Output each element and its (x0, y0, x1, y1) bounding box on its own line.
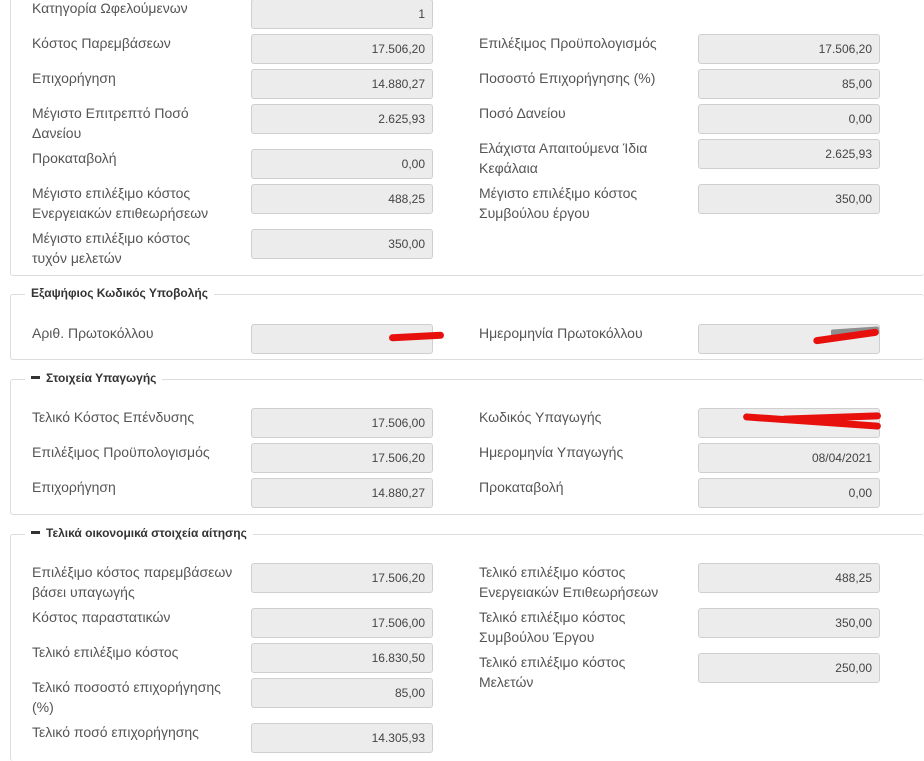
inclusion-details-legend[interactable]: Στοιχεία Υπαγωγής (25, 371, 163, 385)
inclusion-date-field[interactable]: 08/04/2021 (698, 443, 880, 473)
label-advance-inclusion: Προκαταβολή (479, 479, 564, 495)
label-grant: Επιχορήγηση (32, 70, 116, 86)
collapse-minus-icon[interactable] (31, 376, 40, 380)
eligible-budget-field[interactable]: 17.506,20 (698, 34, 880, 64)
max-studies-cost-field[interactable]: 350,00 (251, 229, 433, 259)
advance-payment-field[interactable]: 0,00 (251, 149, 433, 179)
final-eligible-cost-field[interactable]: 16.830,50 (251, 643, 433, 673)
final-investment-cost-field[interactable]: 17.506,00 (251, 408, 433, 438)
grant-field[interactable]: 14.880,27 (251, 69, 433, 99)
eligible-budget-inclusion-field[interactable]: 17.506,20 (251, 443, 433, 473)
inclusion-details-panel: Στοιχεία Υπαγωγής Τελικό Κόστος Επένδυση… (10, 371, 924, 515)
grant-percentage-field[interactable]: 85,00 (698, 69, 880, 99)
label-final-energy-inspection-cost: Τελικό επιλέξιμο κόστος Ενεργειακών Επιθ… (479, 564, 659, 600)
loan-amount-field[interactable]: 0,00 (698, 104, 880, 134)
label-max-studies-cost: Μέγιστο επιλέξιμο κόστος τυχόν μελετών (32, 230, 191, 266)
label-inclusion-code: Κωδικός Υπαγωγής (479, 409, 602, 425)
final-financials-legend-text: Τελικά οικονομικά στοιχεία αίτησης (46, 526, 247, 540)
max-energy-inspection-cost-field[interactable]: 488,25 (251, 184, 433, 214)
min-own-funds-field[interactable]: 2.625,93 (698, 139, 880, 169)
label-eligible-budget: Επιλέξιμος Προϋπολογισμός (479, 35, 657, 51)
final-studies-cost-field[interactable]: 250,00 (698, 653, 880, 683)
label-loan-amount: Ποσό Δανείου (479, 105, 566, 121)
eligible-intervention-cost-field[interactable]: 17.506,20 (251, 563, 433, 593)
submission-code-legend: Εξαψήφιος Κωδικός Υποβολής (25, 286, 214, 300)
label-grant-inclusion: Επιχορήγηση (32, 479, 116, 495)
final-financials-legend[interactable]: Τελικά οικονομικά στοιχεία αίτησης (25, 526, 253, 540)
label-final-investment-cost: Τελικό Κόστος Επένδυσης (32, 409, 195, 425)
collapse-minus-icon[interactable] (31, 531, 40, 535)
final-grant-amount-field[interactable]: 14.305,93 (251, 723, 433, 753)
final-financials-panel: Τελικά οικονομικά στοιχεία αίτησης Επιλέ… (10, 526, 924, 761)
label-final-grant-amount: Τελικό ποσό επιχορήγησης (32, 724, 199, 740)
label-min-own-funds: Ελάχιστα Απαιτούμενα Ίδια Κεφάλαια (479, 140, 648, 176)
final-energy-inspection-cost-field[interactable]: 488,25 (698, 563, 880, 593)
grant-inclusion-field[interactable]: 14.880,27 (251, 478, 433, 508)
intervention-cost-field[interactable]: 17.506,20 (251, 34, 433, 64)
documents-cost-field[interactable]: 17.506,00 (251, 608, 433, 638)
label-final-eligible-cost: Τελικό επιλέξιμο κόστος (32, 644, 179, 660)
max-loan-field[interactable]: 2.625,93 (251, 104, 433, 134)
final-grant-percentage-field[interactable]: 85,00 (251, 678, 433, 708)
label-eligible-budget-inclusion: Επιλέξιμος Προϋπολογισμός (32, 444, 210, 460)
label-intervention-cost: Κόστος Παρεμβάσεων (32, 35, 171, 51)
label-max-loan: Μέγιστο Επιτρεπτό Ποσό Δανείου (32, 105, 189, 141)
label-grant-percentage: Ποσοστό Επιχορήγησης (%) (479, 70, 656, 86)
max-consultant-cost-field[interactable]: 350,00 (698, 184, 880, 214)
label-protocol-number: Αριθ. Πρωτοκόλλου (32, 325, 154, 341)
label-max-consultant-cost: Μέγιστο επιλέξιμο κόστος Συμβούλου έργου (479, 185, 638, 221)
submission-code-panel: Εξαψήφιος Κωδικός Υποβολής Αριθ. Πρωτοκό… (10, 286, 924, 360)
applicant-financials-panel: Κατηγορία Ωφελούμενων 1 Κόστος Παρεμβάσε… (10, 0, 924, 276)
label-documents-cost: Κόστος παραστατικών (32, 609, 171, 625)
label-max-energy-inspection-cost: Μέγιστο επιλέξιμο κόστος Ενεργειακών επι… (32, 185, 209, 221)
label-inclusion-date: Ημερομηνία Υπαγωγής (479, 444, 624, 460)
label-final-studies-cost: Τελικό επιλέξιμο κόστος Μελετών (479, 654, 626, 690)
label-eligible-intervention-cost: Επιλέξιμο κόστος παρεμβάσεων βάσει υπαγω… (32, 564, 233, 600)
advance-inclusion-field[interactable]: 0,00 (698, 478, 880, 508)
label-final-grant-percentage: Τελικό ποσοστό επιχορήγησης (%) (32, 679, 221, 715)
redaction-mark (388, 331, 445, 342)
inclusion-details-legend-text: Στοιχεία Υπαγωγής (46, 371, 157, 385)
label-beneficiary-category: Κατηγορία Ωφελούμενων (32, 0, 188, 16)
label-final-consultant-cost: Τελικό επιλέξιμο κόστος Συμβούλου Έργου (479, 609, 626, 645)
label-protocol-date: Ημερομηνία Πρωτοκόλλου (479, 325, 643, 341)
submission-code-legend-text: Εξαψήφιος Κωδικός Υποβολής (31, 286, 208, 300)
beneficiary-category-field[interactable]: 1 (251, 0, 433, 29)
final-consultant-cost-field[interactable]: 350,00 (698, 608, 880, 638)
label-advance-payment: Προκαταβολή (32, 150, 117, 166)
